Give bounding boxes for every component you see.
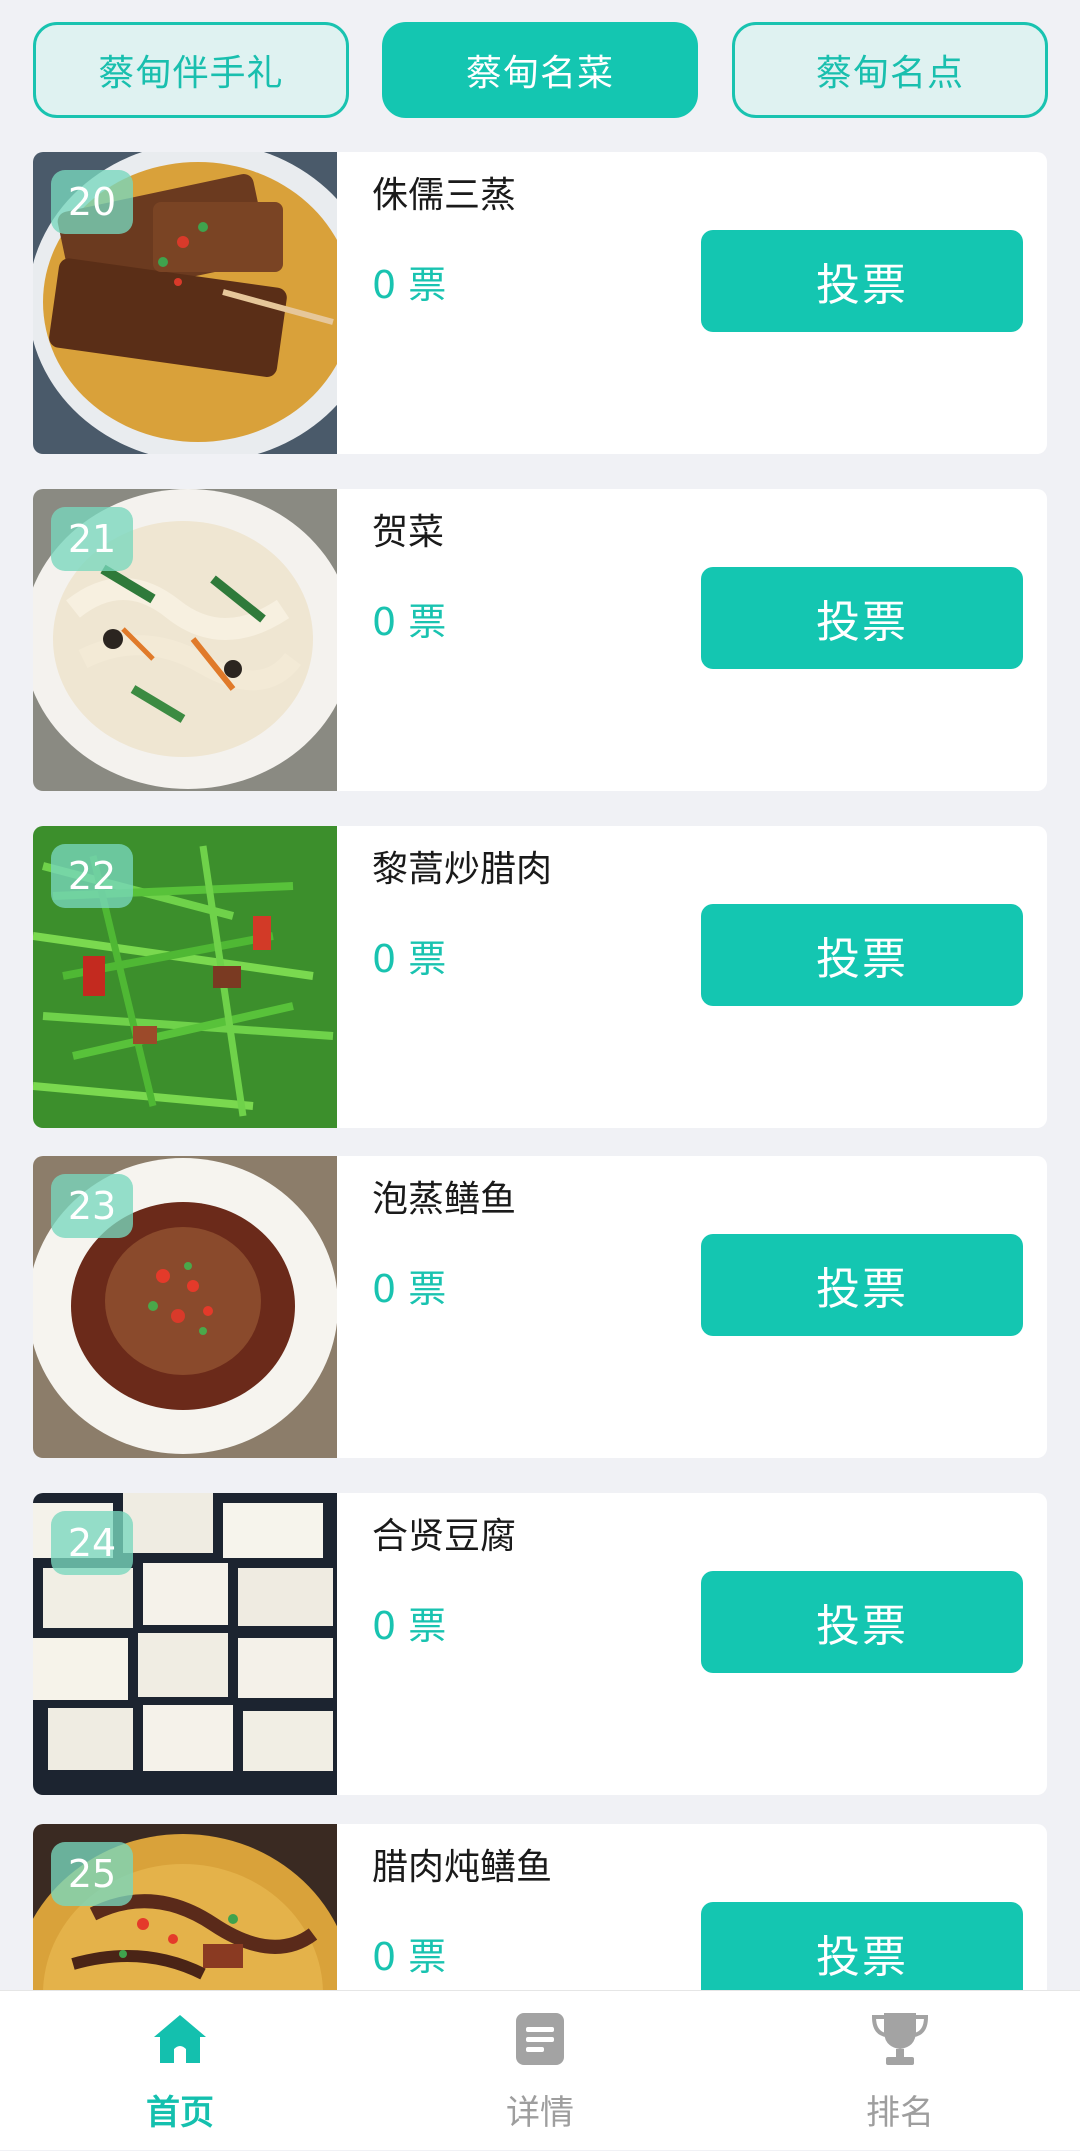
home-icon bbox=[154, 2015, 206, 2063]
document-icon bbox=[516, 2013, 564, 2065]
list-item[interactable]: 21 贺菜 0 票 投票 bbox=[33, 489, 1047, 791]
bottom-nav: 首页 详情 排名 bbox=[0, 1990, 1080, 2150]
list-item[interactable]: 25 腊肉炖鳝鱼 0 票 投票 bbox=[33, 1824, 1047, 1990]
nav-label: 排名 bbox=[866, 2093, 934, 2133]
vote-button[interactable]: 投票 bbox=[701, 1902, 1023, 1990]
item-number-badge: 24 bbox=[51, 1511, 133, 1575]
dish-name: 贺菜 bbox=[372, 512, 445, 553]
vote-button[interactable]: 投票 bbox=[701, 230, 1023, 332]
item-number-badge: 21 bbox=[51, 507, 133, 571]
item-number-badge: 23 bbox=[51, 1174, 133, 1238]
vote-button[interactable]: 投票 bbox=[701, 567, 1023, 669]
nav-details[interactable]: 详情 bbox=[360, 1991, 720, 2151]
nav-home[interactable]: 首页 bbox=[0, 1991, 360, 2151]
vote-button[interactable]: 投票 bbox=[701, 904, 1023, 1006]
tab-souvenirs[interactable]: 蔡甸伴手礼 bbox=[33, 22, 349, 118]
vote-count: 0 票 bbox=[372, 600, 447, 644]
tab-famous-snacks[interactable]: 蔡甸名点 bbox=[732, 22, 1048, 118]
nav-label: 详情 bbox=[506, 2093, 574, 2133]
nav-label: 首页 bbox=[146, 2093, 214, 2133]
list-item[interactable]: 20 侏儒三蒸 0 票 投票 bbox=[33, 152, 1047, 454]
list-item[interactable]: 23 泡蒸鳝鱼 0 票 投票 bbox=[33, 1156, 1047, 1458]
nav-ranking[interactable]: 排名 bbox=[720, 1991, 1080, 2151]
item-number-badge: 22 bbox=[51, 844, 133, 908]
dish-name: 合贤豆腐 bbox=[372, 1516, 517, 1557]
vote-count: 0 票 bbox=[372, 1604, 447, 1648]
vote-count: 0 票 bbox=[372, 263, 447, 307]
item-number-badge: 20 bbox=[51, 170, 133, 234]
vote-count: 0 票 bbox=[372, 937, 447, 981]
trophy-icon bbox=[871, 2013, 929, 2065]
category-tabs: 蔡甸伴手礼 蔡甸名菜 蔡甸名点 bbox=[0, 0, 1080, 150]
dish-name: 腊肉炖鳝鱼 bbox=[372, 1847, 553, 1888]
list-item[interactable]: 22 黎蒿炒腊肉 0 票 投票 bbox=[33, 826, 1047, 1128]
vote-button[interactable]: 投票 bbox=[701, 1571, 1023, 1673]
list-item[interactable]: 24 合贤豆腐 0 票 投票 bbox=[33, 1493, 1047, 1795]
vote-button[interactable]: 投票 bbox=[701, 1234, 1023, 1336]
dish-list[interactable]: 20 侏儒三蒸 0 票 投票 21 贺菜 0 票 投票 22 黎蒿炒腊肉 0 票… bbox=[0, 0, 1080, 1990]
dish-name: 黎蒿炒腊肉 bbox=[372, 849, 553, 890]
dish-name: 泡蒸鳝鱼 bbox=[372, 1179, 517, 1220]
item-number-badge: 25 bbox=[51, 1842, 133, 1906]
vote-count: 0 票 bbox=[372, 1267, 447, 1311]
tab-famous-dishes[interactable]: 蔡甸名菜 bbox=[382, 22, 698, 118]
vote-count: 0 票 bbox=[372, 1935, 447, 1979]
dish-name: 侏儒三蒸 bbox=[372, 175, 517, 216]
